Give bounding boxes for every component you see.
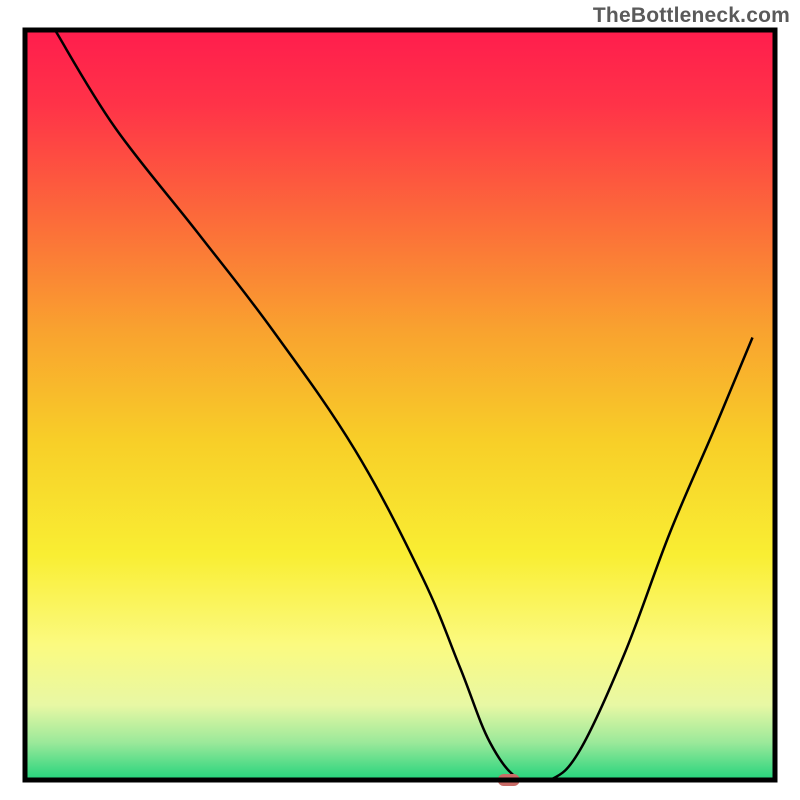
gradient-background [25, 30, 775, 780]
bottleneck-chart [0, 0, 800, 800]
chart-container: TheBottleneck.com [0, 0, 800, 800]
watermark-text: TheBottleneck.com [593, 4, 790, 28]
